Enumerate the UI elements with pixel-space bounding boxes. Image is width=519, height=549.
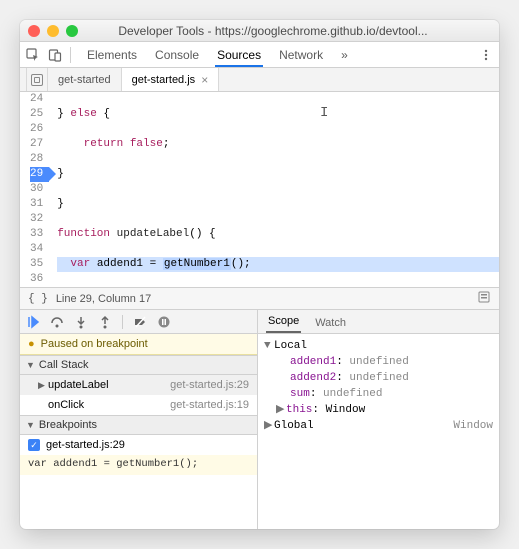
- window-title: Developer Tools - https://googlechrome.g…: [85, 24, 491, 38]
- debug-controls: [20, 310, 257, 334]
- main-toolbar: Elements Console Sources Network »: [20, 42, 499, 68]
- line-number[interactable]: 36: [30, 272, 43, 287]
- tab-network[interactable]: Network: [277, 43, 325, 67]
- line-number[interactable]: 35: [30, 257, 43, 272]
- line-number[interactable]: 30: [30, 182, 43, 197]
- text-cursor-icon: I: [320, 106, 328, 121]
- tab-elements[interactable]: Elements: [85, 43, 139, 67]
- scope-tree[interactable]: ▼Local addend1: undefined addend2: undef…: [258, 334, 499, 438]
- scope-var[interactable]: addend1: undefined: [264, 354, 493, 370]
- line-number[interactable]: 26: [30, 122, 43, 137]
- file-tabs: get-started get-started.js ×: [20, 68, 499, 92]
- tab-console[interactable]: Console: [153, 43, 201, 67]
- tab-sources[interactable]: Sources: [215, 43, 263, 67]
- inspect-icon[interactable]: [26, 48, 40, 62]
- call-stack-header[interactable]: ▼ Call Stack: [20, 355, 257, 375]
- stack-frame[interactable]: ▶ updateLabel get-started.js:29: [20, 375, 257, 395]
- kebab-icon[interactable]: [479, 48, 493, 62]
- file-tab-label: get-started: [58, 74, 111, 86]
- line-number[interactable]: 28: [30, 152, 43, 167]
- code-editor[interactable]: 24 25 26 27 28 29 30 31 32 33 34 35 36 }…: [20, 92, 499, 287]
- gutter[interactable]: 24 25 26 27 28 29 30 31 32 33 34 35 36: [20, 92, 49, 287]
- debugger-right: Scope Watch ▼Local addend1: undefined ad…: [258, 310, 499, 529]
- disclosure-right-icon: ▶: [264, 418, 274, 434]
- navigator-toggle-icon[interactable]: [26, 68, 48, 91]
- line-number[interactable]: 25: [30, 107, 43, 122]
- frame-location: get-started.js:19: [170, 399, 249, 411]
- scope-var[interactable]: sum: undefined: [264, 386, 493, 402]
- scope-this[interactable]: ▶this: Window: [264, 402, 493, 418]
- coverage-icon[interactable]: [477, 290, 491, 307]
- scope-global[interactable]: ▶Global Window: [264, 418, 493, 434]
- close-icon[interactable]: ×: [201, 73, 208, 87]
- breakpoint-snippet: var addend1 = getNumber1();: [20, 455, 257, 475]
- breakpoints-header[interactable]: ▼ Breakpoints: [20, 415, 257, 435]
- disclosure-down-icon: ▼: [264, 338, 274, 354]
- info-icon: ●: [28, 338, 35, 350]
- file-tab-get-started-js[interactable]: get-started.js ×: [122, 68, 220, 91]
- scope-var[interactable]: addend2: undefined: [264, 370, 493, 386]
- frame-location: get-started.js:29: [170, 379, 249, 391]
- paused-banner: ● Paused on breakpoint: [20, 334, 257, 355]
- titlebar: Developer Tools - https://googlechrome.g…: [20, 20, 499, 42]
- line-number-breakpoint[interactable]: 29: [30, 167, 49, 182]
- checkbox-checked-icon[interactable]: [28, 439, 40, 451]
- step-out-icon[interactable]: [98, 315, 112, 329]
- deactivate-breakpoints-icon[interactable]: [133, 315, 147, 329]
- zoom-window-button[interactable]: [66, 25, 78, 37]
- paused-message: Paused on breakpoint: [41, 338, 148, 350]
- disclosure-right-icon: ▶: [276, 402, 286, 418]
- debugger-left: ● Paused on breakpoint ▼ Call Stack ▶ up…: [20, 310, 258, 529]
- disclosure-down-icon: ▼: [26, 360, 35, 370]
- scope-local[interactable]: ▼Local: [264, 338, 493, 354]
- device-icon[interactable]: [48, 48, 62, 62]
- debugger-pane: ● Paused on breakpoint ▼ Call Stack ▶ up…: [20, 309, 499, 529]
- line-number[interactable]: 24: [30, 92, 43, 107]
- pretty-print-icon[interactable]: { }: [28, 293, 48, 305]
- status-bar: { } Line 29, Column 17: [20, 287, 499, 309]
- line-number[interactable]: 33: [30, 227, 43, 242]
- step-over-icon[interactable]: [50, 315, 64, 329]
- line-number[interactable]: 32: [30, 212, 43, 227]
- disclosure-down-icon: ▼: [26, 420, 35, 430]
- cursor-position: Line 29, Column 17: [56, 293, 151, 305]
- line-number[interactable]: 27: [30, 137, 43, 152]
- tabs-overflow[interactable]: »: [339, 43, 350, 67]
- line-number[interactable]: 31: [30, 197, 43, 212]
- file-tab-get-started[interactable]: get-started: [48, 68, 122, 91]
- stack-frame[interactable]: onClick get-started.js:19: [20, 395, 257, 415]
- breakpoint-item[interactable]: get-started.js:29: [20, 435, 257, 455]
- line-number[interactable]: 34: [30, 242, 43, 257]
- tab-watch[interactable]: Watch: [313, 313, 348, 333]
- panel-tabs: Elements Console Sources Network »: [85, 43, 350, 67]
- code-body[interactable]: } else { return false; } } function upda…: [49, 92, 499, 287]
- current-frame-icon: ▶: [38, 380, 45, 390]
- scope-tabs: Scope Watch: [258, 310, 499, 334]
- tab-scope[interactable]: Scope: [266, 311, 301, 333]
- step-into-icon[interactable]: [74, 315, 88, 329]
- close-window-button[interactable]: [28, 25, 40, 37]
- devtools-window: Developer Tools - https://googlechrome.g…: [20, 20, 499, 529]
- minimize-window-button[interactable]: [47, 25, 59, 37]
- resume-icon[interactable]: [26, 315, 40, 329]
- pause-exceptions-icon[interactable]: [157, 315, 171, 329]
- file-tab-label: get-started.js: [132, 74, 196, 86]
